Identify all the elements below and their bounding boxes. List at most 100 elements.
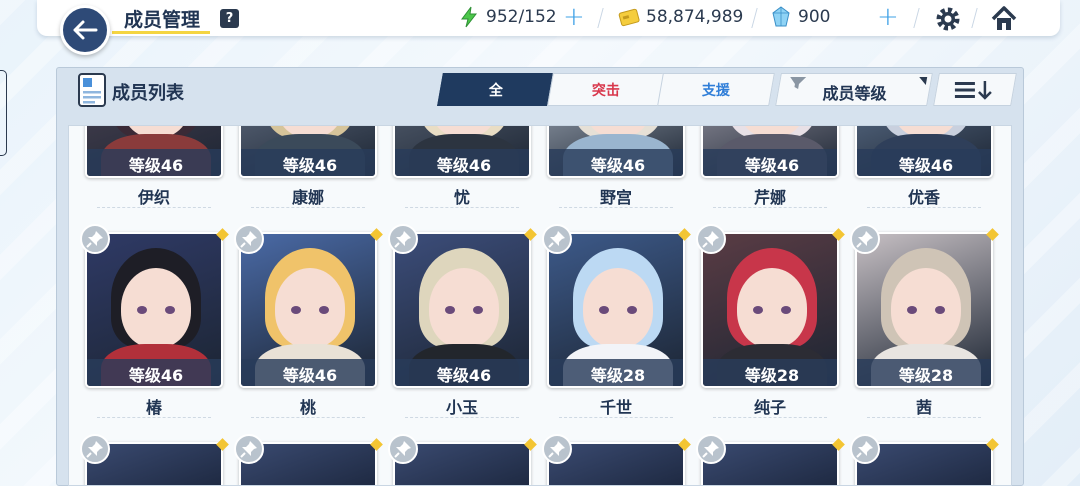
name-divider (713, 207, 827, 208)
pyroxene-resource: 900 (770, 6, 830, 28)
member-name: 纯子 (753, 398, 786, 417)
portrait-eye (291, 306, 301, 314)
portrait-eye (165, 306, 175, 314)
member-name: 伊织 (137, 188, 170, 207)
member-portrait: 等级46 (393, 232, 531, 388)
tab-special-label: 支援 (702, 82, 730, 99)
name-divider (867, 207, 981, 208)
name-divider (405, 207, 519, 208)
sort-descending-icon (955, 80, 992, 100)
pin-icon[interactable] (696, 434, 726, 464)
name-divider (97, 207, 211, 208)
credits-value: 58,874,989 (646, 7, 744, 27)
pin-icon[interactable] (80, 224, 110, 254)
arrow-left-icon (73, 20, 98, 40)
gear-icon[interactable] (934, 5, 962, 33)
name-divider (405, 417, 519, 418)
filter-icon (790, 77, 807, 89)
pin-icon[interactable] (234, 224, 264, 254)
portrait-face (583, 268, 653, 348)
portrait-eye (627, 306, 637, 314)
side-handle[interactable] (0, 70, 7, 156)
pin-icon[interactable] (542, 434, 572, 464)
sort-order-button[interactable] (933, 73, 1017, 106)
pin-icon[interactable] (542, 224, 572, 254)
member-portrait: 等级46 (85, 126, 223, 178)
portrait-face (737, 268, 807, 348)
ap-resource: 952/152 (458, 6, 557, 28)
filter-tabs: 全 突击 支援 (437, 73, 775, 106)
name-divider (97, 417, 211, 418)
member-portrait: 等级46 (239, 126, 377, 178)
tab-all[interactable]: 全 (437, 73, 555, 106)
lightning-icon (461, 6, 478, 28)
tab-all-label: 全 (489, 82, 503, 99)
pin-icon[interactable] (850, 434, 880, 464)
tab-special[interactable]: 支援 (657, 73, 775, 106)
member-level: 等级46 (87, 359, 221, 386)
member-level: 等级46 (241, 149, 375, 176)
add-pyroxene-button[interactable]: + (877, 4, 899, 30)
name-divider (559, 417, 673, 418)
pin-icon[interactable] (696, 224, 726, 254)
member-name: 千世 (599, 398, 632, 417)
member-level: 等级46 (703, 149, 837, 176)
home-icon[interactable] (990, 5, 1018, 33)
portrait-face (121, 268, 191, 348)
member-level: 等级46 (395, 149, 529, 176)
pin-icon[interactable] (234, 434, 264, 464)
name-divider (251, 207, 365, 208)
member-portrait: 等级28 (701, 232, 839, 388)
name-divider (713, 417, 827, 418)
member-grid[interactable]: 等级46 伊织 等级46 康娜 等级46 忧等级46 野宫 等级46 芹娜 等级46 优香 等级46 椿… (68, 125, 1012, 486)
portrait-eye (935, 306, 945, 314)
portrait-eye (907, 306, 917, 314)
member-level: 等级46 (549, 149, 683, 176)
portrait-face (275, 268, 345, 348)
pin-icon[interactable] (388, 434, 418, 464)
name-divider (251, 417, 365, 418)
credit-card-icon (618, 8, 640, 27)
member-portrait: 等级46 (855, 126, 993, 178)
crystal-icon (772, 6, 790, 27)
member-name: 椿 (145, 398, 162, 417)
back-button[interactable] (60, 5, 110, 55)
member-portrait: 等级46 (701, 126, 839, 178)
pin-icon[interactable] (80, 434, 110, 464)
portrait-face (429, 268, 499, 348)
member-name: 小玉 (445, 398, 478, 417)
pin-icon[interactable] (388, 224, 418, 254)
member-level: 等级46 (241, 359, 375, 386)
member-name: 野宫 (599, 188, 632, 207)
member-portrait: 等级46 (393, 126, 531, 178)
credits-resource: 58,874,989 (618, 6, 743, 28)
member-name: 忧 (453, 188, 470, 207)
sort-dropdown[interactable]: 成员等级 (775, 73, 933, 106)
title-underline (112, 31, 210, 34)
name-divider (559, 207, 673, 208)
dropdown-corner-icon (917, 77, 928, 85)
tab-striker-label: 突击 (592, 82, 620, 99)
ap-value: 952/152 (486, 7, 557, 27)
page-title: 成员管理 (124, 9, 201, 31)
tab-striker[interactable]: 突击 (547, 73, 665, 106)
portrait-eye (781, 306, 791, 314)
add-ap-button[interactable]: + (563, 4, 585, 30)
member-level: 等级28 (703, 359, 837, 386)
member-list-icon (78, 73, 106, 107)
member-portrait: 等级28 (855, 232, 993, 388)
portrait-eye (137, 306, 147, 314)
portrait-eye (599, 306, 609, 314)
member-portrait: 等级46 (85, 232, 223, 388)
member-portrait: 等级28 (547, 232, 685, 388)
pin-icon[interactable] (850, 224, 880, 254)
portrait-eye (473, 306, 483, 314)
member-level: 等级28 (549, 359, 683, 386)
member-level: 等级46 (395, 359, 529, 386)
sort-label: 成员等级 (822, 84, 887, 103)
member-level: 等级46 (87, 149, 221, 176)
help-button[interactable]: ? (220, 9, 239, 28)
portrait-eye (753, 306, 763, 314)
panel-title: 成员列表 (112, 83, 184, 104)
member-name: 康娜 (291, 188, 324, 207)
